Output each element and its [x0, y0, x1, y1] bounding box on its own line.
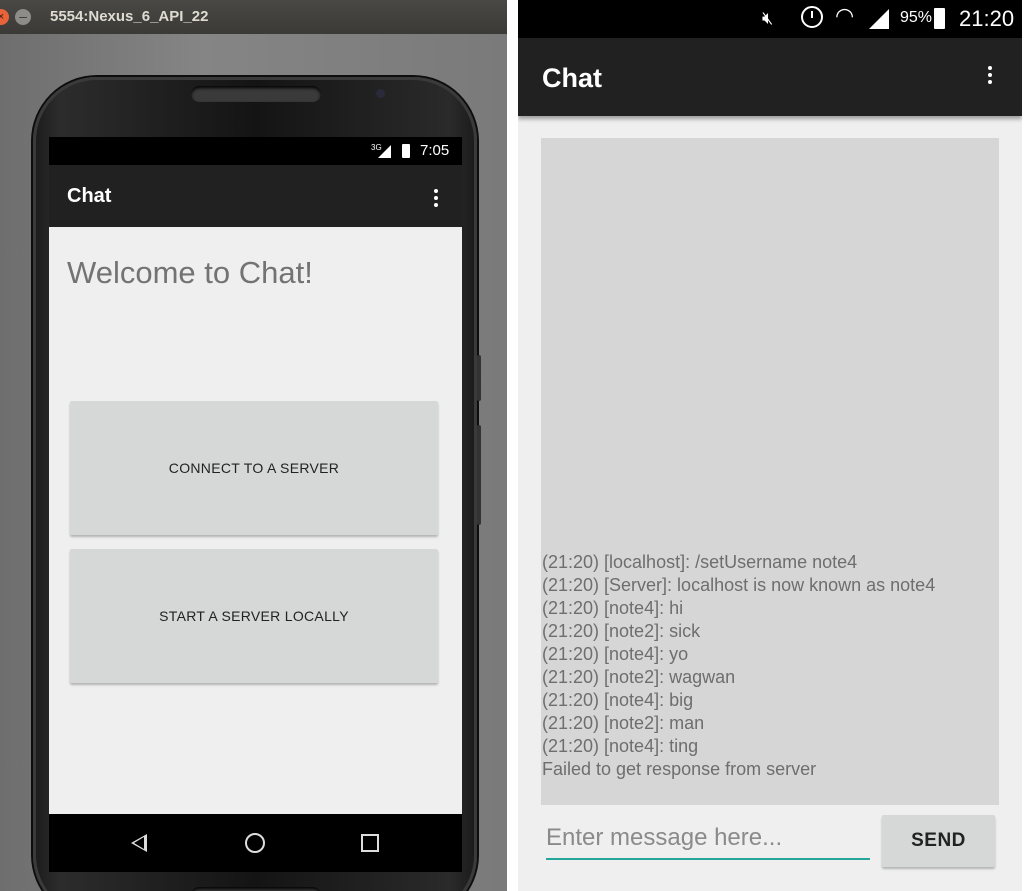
device-screen: 🔇︎ ◠ 95% 21:20 Chat (21:20) [localhost]:… [518, 0, 1022, 891]
status-time: 7:05 [420, 142, 450, 159]
home-icon[interactable] [245, 833, 265, 853]
signal-icon [869, 9, 889, 29]
emulator-titlebar: × – 5554:Nexus_6_API_22 [0, 0, 507, 34]
speaker-grille [191, 86, 321, 102]
chat-message: (21:20) [note2]: wagwan [542, 667, 736, 687]
status-bar: 🔇︎ ◠ 95% 21:20 [518, 0, 1022, 38]
front-camera [376, 89, 385, 98]
start-server-button[interactable]: START A SERVER LOCALLY [70, 549, 438, 683]
emulator-title: 5554:Nexus_6_API_22 [50, 8, 209, 25]
chat-messages: (21:20) [localhost]: /setUsername note4 … [542, 551, 997, 781]
chat-message: (21:20) [note4]: ting [542, 736, 699, 756]
volume-button[interactable] [477, 425, 481, 525]
error-message: Failed to get response from server [542, 759, 817, 779]
overflow-menu-icon[interactable] [988, 66, 992, 87]
speaker-grille-bottom [191, 887, 321, 891]
phone-frame: 3G 7:05 Chat Welcome to Chat! CONNECT TO… [33, 77, 481, 891]
battery-icon [934, 8, 945, 29]
recents-icon[interactable] [361, 834, 379, 852]
chat-message: (21:20) [note2]: sick [542, 621, 701, 641]
emulator-stage: 3G 7:05 Chat Welcome to Chat! CONNECT TO… [0, 34, 507, 891]
wifi-icon: ◠ [835, 3, 855, 28]
battery-icon [402, 144, 410, 158]
status-bar: 3G 7:05 [49, 137, 462, 165]
app-title: Chat [542, 63, 602, 93]
phone-screen: 3G 7:05 Chat Welcome to Chat! CONNECT TO… [49, 137, 462, 872]
status-time: 21:20 [959, 6, 1015, 31]
back-icon[interactable] [131, 834, 147, 852]
signal-icon [378, 145, 391, 158]
close-window-icon[interactable]: × [0, 9, 9, 25]
mute-icon: 🔇︎ [762, 8, 774, 28]
app-bar: Chat [49, 165, 462, 227]
chat-message: (21:20) [note2]: man [542, 713, 705, 733]
chat-message: (21:20) [note4]: hi [542, 598, 684, 618]
minimize-window-icon[interactable]: – [15, 9, 31, 25]
chat-log[interactable]: (21:20) [localhost]: /setUsername note4 … [541, 138, 999, 805]
chat-message: (21:20) [note4]: yo [542, 644, 689, 664]
power-button[interactable] [477, 355, 481, 401]
emulator-window: × – 5554:Nexus_6_API_22 3G 7:05 Chat Wel… [0, 0, 507, 891]
send-button[interactable]: SEND [882, 815, 995, 867]
alarm-icon [801, 6, 823, 28]
chat-message: (21:20) [Server]: localhost is now known… [542, 575, 936, 595]
app-title: Chat [67, 185, 112, 207]
connect-server-button[interactable]: CONNECT TO A SERVER [70, 401, 438, 535]
chat-message: (21:20) [note4]: big [542, 690, 694, 710]
battery-percent: 95% [900, 9, 933, 26]
overflow-menu-icon[interactable] [434, 189, 438, 210]
app-bar: Chat [518, 38, 1022, 116]
main-content: Welcome to Chat! CONNECT TO A SERVER STA… [49, 227, 462, 814]
chat-message: (21:20) [localhost]: /setUsername note4 [542, 552, 858, 572]
navigation-bar [49, 814, 462, 872]
welcome-heading: Welcome to Chat! [67, 255, 313, 290]
message-input[interactable] [546, 818, 870, 860]
